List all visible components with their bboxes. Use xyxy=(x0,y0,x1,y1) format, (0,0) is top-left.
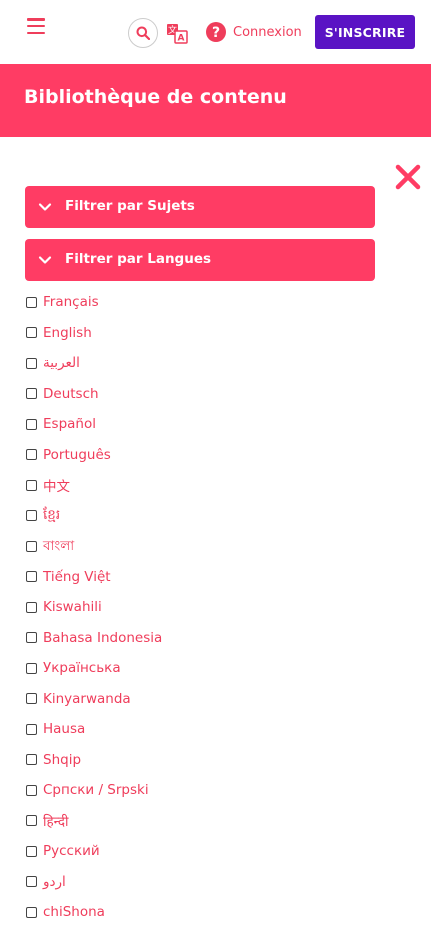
language-label[interactable]: Српски / Srpski xyxy=(43,782,149,798)
language-label[interactable]: chiShona xyxy=(43,904,105,920)
hamburger-menu-icon[interactable] xyxy=(27,18,45,35)
language-option[interactable]: Español xyxy=(25,409,405,440)
language-label[interactable]: العربية xyxy=(43,355,80,371)
language-checkbox[interactable] xyxy=(26,815,37,827)
language-checkbox[interactable] xyxy=(26,357,37,369)
language-option[interactable]: chiShona xyxy=(25,897,405,928)
language-option[interactable]: Bahasa Indonesia xyxy=(25,623,405,654)
language-option[interactable]: English xyxy=(25,318,405,349)
language-label[interactable]: Українська xyxy=(43,660,121,676)
filter-subjects-label: Filtrer par Sujets xyxy=(65,198,195,214)
language-checkbox[interactable] xyxy=(26,784,37,796)
language-label[interactable]: हिन्दी xyxy=(43,812,69,830)
language-label[interactable]: Kiswahili xyxy=(43,599,102,615)
chevron-down-icon xyxy=(38,256,52,264)
language-checkbox[interactable] xyxy=(26,510,37,522)
language-checkbox[interactable] xyxy=(26,571,37,583)
language-option[interactable]: Русский xyxy=(25,836,405,867)
language-checkbox[interactable] xyxy=(26,723,37,735)
filter-subjects-toggle[interactable]: Filtrer par Sujets xyxy=(25,186,375,228)
signup-button[interactable]: S'INSCRIRE xyxy=(315,15,415,49)
language-label[interactable]: ខ្មែរ xyxy=(43,506,60,526)
language-option[interactable]: 中文 xyxy=(25,470,405,501)
language-label[interactable]: 中文 xyxy=(43,475,70,495)
language-label[interactable]: Shqip xyxy=(43,752,81,768)
language-checkbox-list: Français English العربية Deutsch Español Port… xyxy=(25,287,405,928)
translate-icon[interactable]: 文 A xyxy=(166,22,188,44)
language-option[interactable]: اردو xyxy=(25,867,405,898)
language-option[interactable]: Kiswahili xyxy=(25,592,405,623)
language-option[interactable]: Português xyxy=(25,440,405,471)
language-option[interactable]: Українська xyxy=(25,653,405,684)
language-label[interactable]: Tiếng Việt xyxy=(43,569,111,585)
language-option[interactable]: Shqip xyxy=(25,745,405,776)
help-icon[interactable]: ? xyxy=(205,21,227,43)
language-label[interactable]: Bahasa Indonesia xyxy=(43,630,162,646)
filter-languages-toggle[interactable]: Filtrer par Langues xyxy=(25,239,375,281)
top-navbar: 文 A ? Connexion S'INSCRIRE xyxy=(0,0,431,65)
language-checkbox[interactable] xyxy=(26,906,37,918)
language-label[interactable]: Português xyxy=(43,447,111,463)
language-checkbox[interactable] xyxy=(26,449,37,461)
language-option[interactable]: हिन्दी xyxy=(25,806,405,837)
svg-text:?: ? xyxy=(212,25,220,41)
language-label[interactable]: Kinyarwanda xyxy=(43,691,131,707)
language-label[interactable]: اردو xyxy=(43,874,66,890)
language-checkbox[interactable] xyxy=(26,601,37,613)
language-option[interactable]: Tiếng Việt xyxy=(25,562,405,593)
language-label[interactable]: বাংলা xyxy=(43,535,74,558)
language-label[interactable]: English xyxy=(43,325,92,341)
language-label[interactable]: Español xyxy=(43,416,96,432)
close-icon[interactable] xyxy=(394,163,422,191)
language-label[interactable]: Deutsch xyxy=(43,386,99,402)
language-label[interactable]: Français xyxy=(43,294,99,310)
language-option[interactable]: ខ្មែរ xyxy=(25,501,405,532)
language-option[interactable]: Kinyarwanda xyxy=(25,684,405,715)
language-option[interactable]: Français xyxy=(25,287,405,318)
language-checkbox[interactable] xyxy=(26,540,37,552)
language-checkbox[interactable] xyxy=(26,388,37,400)
content-library-banner: Bibliothèque de contenu xyxy=(0,64,431,137)
filter-languages-label: Filtrer par Langues xyxy=(65,251,212,267)
language-checkbox[interactable] xyxy=(26,327,37,339)
language-option[interactable]: Deutsch xyxy=(25,379,405,410)
language-label[interactable]: Hausa xyxy=(43,721,85,737)
login-link[interactable]: Connexion xyxy=(233,24,302,41)
language-option[interactable]: Hausa xyxy=(25,714,405,745)
language-option[interactable]: বাংলা xyxy=(25,531,405,562)
language-checkbox[interactable] xyxy=(26,479,37,491)
language-checkbox[interactable] xyxy=(26,296,37,308)
language-label[interactable]: Русский xyxy=(43,843,100,859)
chevron-down-icon xyxy=(38,203,52,211)
language-checkbox[interactable] xyxy=(26,693,37,705)
language-checkbox[interactable] xyxy=(26,876,37,888)
language-checkbox[interactable] xyxy=(26,418,37,430)
svg-text:A: A xyxy=(178,34,185,44)
page-title: Bibliothèque de contenu xyxy=(24,86,287,108)
language-checkbox[interactable] xyxy=(26,754,37,766)
language-option[interactable]: Српски / Srpski xyxy=(25,775,405,806)
language-checkbox[interactable] xyxy=(26,845,37,857)
language-checkbox[interactable] xyxy=(26,632,37,644)
search-icon[interactable] xyxy=(128,18,158,48)
language-checkbox[interactable] xyxy=(26,662,37,674)
language-option[interactable]: العربية xyxy=(25,348,405,379)
